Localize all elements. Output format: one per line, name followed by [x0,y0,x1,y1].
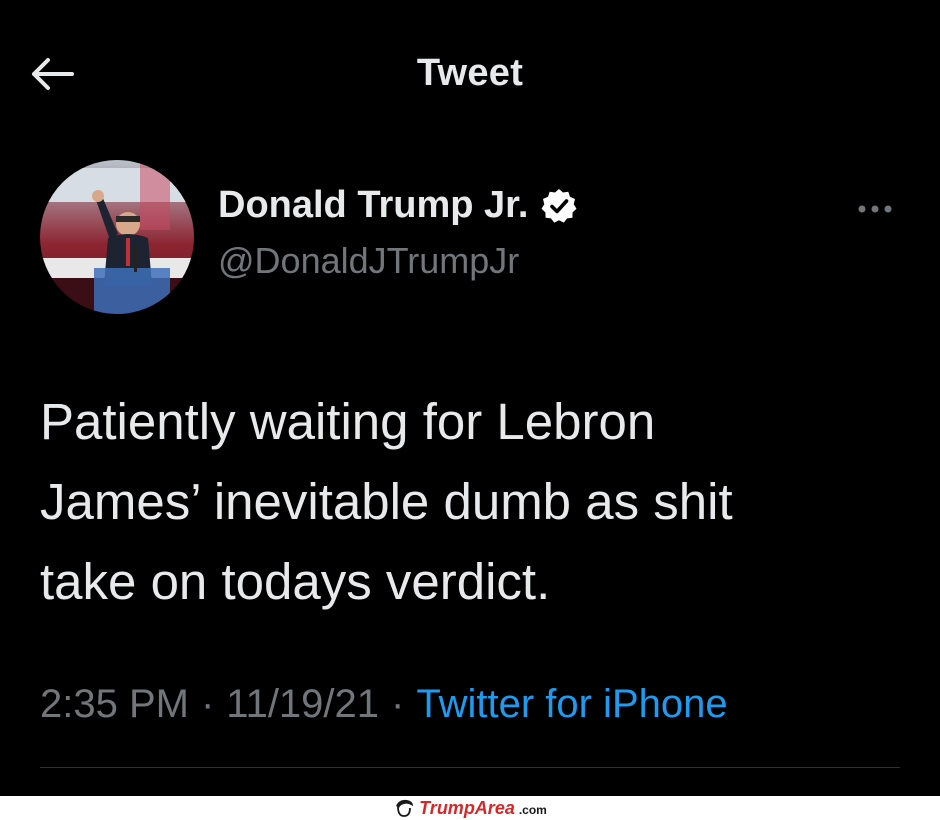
author-name-row: Donald Trump Jr. [218,184,578,227]
watermark-bar: TrumpArea .com [0,796,940,820]
watermark-brand: TrumpArea [419,797,515,818]
meta-separator: · [391,682,405,726]
watermark: TrumpArea .com [393,798,547,819]
trump-hair-logo-icon [396,799,414,817]
tweet-time[interactable]: 2:35 PM [40,682,189,727]
author-display-name[interactable]: Donald Trump Jr. [218,184,528,227]
tweet-meta: 2:35 PM · 11/19/21 · Twitter for iPhone [40,682,728,727]
tweet-text-line: James’ inevitable dumb as shit [40,473,733,530]
tweet-text-line: take on todays verdict. [40,553,551,610]
tweet-source-link[interactable]: Twitter for iPhone [416,682,727,727]
tweet-text: Patiently waiting for Lebron James’ inev… [40,382,910,622]
tweet-detail-screen: Tweet Donald Trump Jr. @DonaldJTrumpJr P… [0,0,940,820]
watermark-domain: .com [518,802,547,817]
avatar[interactable] [40,160,194,314]
author-handle[interactable]: @DonaldJTrumpJr [218,240,519,282]
tweet-text-line: Patiently waiting for Lebron [40,393,656,450]
more-options-button[interactable] [852,196,898,222]
page-title: Tweet [416,52,524,94]
more-icon [858,205,892,213]
divider [40,767,900,768]
tweet-date[interactable]: 11/19/21 [226,682,379,727]
verified-badge-icon [540,187,578,225]
meta-separator: · [200,682,215,726]
